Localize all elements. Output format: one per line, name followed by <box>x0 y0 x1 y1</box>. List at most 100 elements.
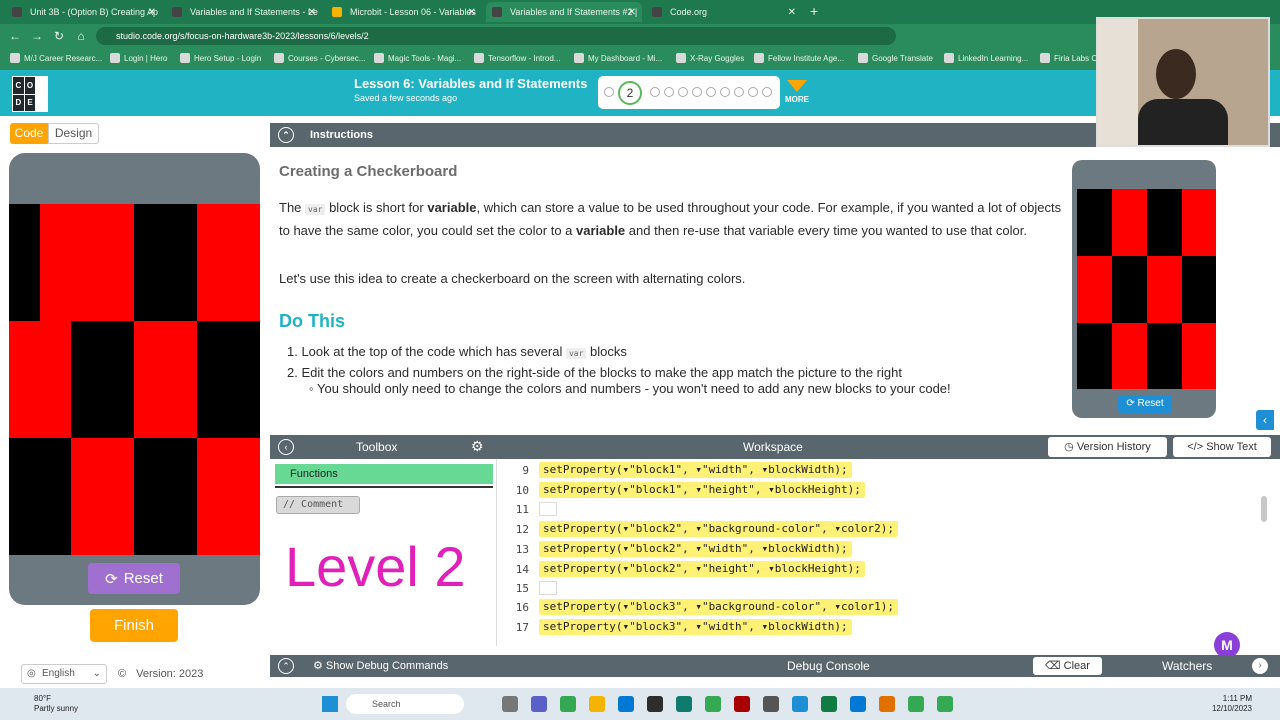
gear-icon[interactable]: ⚙ <box>471 438 484 455</box>
chrome-icon[interactable] <box>705 696 721 712</box>
app-icon[interactable] <box>879 696 895 712</box>
bookmark[interactable]: X-Ray Goggles <box>676 53 744 63</box>
reset-button[interactable]: ⟳ Reset <box>88 563 180 594</box>
target-reset-button[interactable]: ⟳ Reset <box>1118 395 1172 413</box>
bookmark[interactable]: Magic Tools - Magi... <box>374 53 461 63</box>
code-block[interactable]: setProperty(▾"block2", ▾"background-colo… <box>539 521 898 537</box>
chevron-left-icon[interactable]: ‹ <box>278 439 294 455</box>
bookmark[interactable]: Courses - Cybersec... <box>274 53 365 63</box>
new-tab-icon[interactable]: + <box>810 3 818 19</box>
step-2-sub: ◦ You should only need to change the col… <box>309 378 1099 399</box>
show-text-label: Show Text <box>1206 441 1257 453</box>
bookmark[interactable]: LinkedIn Learning... <box>944 53 1028 63</box>
finish-button[interactable]: Finish <box>90 609 178 642</box>
level-dot[interactable] <box>650 87 660 97</box>
code-block[interactable]: setProperty(▾"block3", ▾"width", ▾blockW… <box>539 619 852 635</box>
bookmark-label: Firia Labs Co <box>1054 53 1102 63</box>
show-text-button[interactable]: </> Show Text <box>1173 437 1271 457</box>
reload-icon[interactable]: ↻ <box>48 29 70 43</box>
checker-cell <box>71 438 134 555</box>
code-org-logo[interactable]: C O D E <box>12 76 48 112</box>
comment-block[interactable]: // Comment <box>276 496 360 514</box>
app-icon[interactable] <box>850 696 866 712</box>
logo-letter: O <box>24 77 36 94</box>
excel-icon[interactable] <box>821 696 837 712</box>
code-mode-tab[interactable]: Code <box>10 123 48 144</box>
taskview-icon[interactable] <box>502 696 518 712</box>
app-icon[interactable] <box>792 696 808 712</box>
more-button[interactable]: MORE <box>784 80 810 104</box>
level-dot[interactable] <box>706 87 716 97</box>
code-block[interactable]: setProperty(▾"block2", ▾"width", ▾blockW… <box>539 541 852 557</box>
browser-tab[interactable]: Unit 3B - (Option B) Creating Ap ✕ <box>6 2 162 22</box>
level-dot[interactable] <box>604 87 614 97</box>
scrollbar-thumb[interactable] <box>1261 496 1267 522</box>
bookmark[interactable]: Login | Hero <box>110 53 167 63</box>
code-block[interactable]: setProperty(▾"block1", ▾"height", ▾block… <box>539 482 865 498</box>
language-select[interactable]: ◎ English ⌄ <box>21 664 107 684</box>
lesson-title[interactable]: Lesson 6: Variables and If Statements <box>354 76 587 91</box>
folder-icon[interactable] <box>589 696 605 712</box>
bookmark[interactable]: Hero Setup - Login <box>180 53 261 63</box>
level-dot[interactable] <box>720 87 730 97</box>
browser-tab-active[interactable]: Variables and If Statements #2 | ✕ <box>486 2 642 22</box>
level-dot[interactable] <box>678 87 688 97</box>
code-block[interactable]: setProperty(▾"block3", ▾"background-colo… <box>539 599 898 615</box>
close-icon[interactable]: ✕ <box>308 7 316 18</box>
collapse-icon[interactable]: ⌃ <box>278 658 294 674</box>
app-icon[interactable] <box>647 696 663 712</box>
url-field[interactable]: studio.code.org/s/focus-on-hardware3b-20… <box>96 27 896 45</box>
level-dot[interactable] <box>762 87 772 97</box>
functions-category[interactable]: Functions <box>275 464 493 484</box>
logo-letter <box>36 77 47 94</box>
browser-tab[interactable]: Microbit - Lesson 06 - Variables ✕ <box>326 2 482 22</box>
level-dot[interactable] <box>664 87 674 97</box>
edge-icon[interactable] <box>618 696 634 712</box>
design-mode-tab[interactable]: Design <box>48 123 99 144</box>
weather-widget[interactable]: 80°F Partly sunny <box>12 694 78 714</box>
chrome-icon[interactable] <box>937 696 953 712</box>
empty-line-slot[interactable] <box>539 581 557 595</box>
close-icon[interactable]: ✕ <box>148 7 156 18</box>
tab-favicon-icon <box>492 7 502 17</box>
level-dot[interactable] <box>748 87 758 97</box>
edge-icon[interactable] <box>676 696 692 712</box>
back-icon[interactable]: ← <box>4 29 26 43</box>
bookmark[interactable]: Google Translate <box>858 53 933 63</box>
code-block[interactable]: setProperty(▾"block1", ▾"width", ▾blockW… <box>539 462 852 478</box>
chevron-right-icon[interactable]: › <box>1252 658 1268 674</box>
chevron-left-icon[interactable]: ‹ <box>1256 410 1274 430</box>
browser-tab[interactable]: Variables and If Statements - Le ✕ <box>166 2 322 22</box>
app-icon[interactable] <box>734 696 750 712</box>
code-block[interactable]: setProperty(▾"block2", ▾"height", ▾block… <box>539 561 865 577</box>
taskbar-search[interactable]: Search <box>346 694 464 714</box>
app-screen[interactable] <box>9 204 260 555</box>
version-history-button[interactable]: ◷ Version History <box>1048 437 1167 457</box>
teams-icon[interactable] <box>531 696 547 712</box>
empty-line-slot[interactable] <box>539 502 557 516</box>
level-dot[interactable] <box>692 87 702 97</box>
home-icon[interactable]: ⌂ <box>70 29 92 43</box>
level-dot[interactable] <box>734 87 744 97</box>
forward-icon[interactable]: → <box>26 29 48 43</box>
current-level-bubble[interactable]: 2 <box>618 81 642 105</box>
show-debug-commands[interactable]: ⚙ Show Debug Commands <box>313 655 448 677</box>
bookmark[interactable]: Tensorflow - Introd... <box>474 53 560 63</box>
close-icon[interactable]: ✕ <box>628 7 636 18</box>
bookmark[interactable]: My Dashboard - Mi... <box>574 53 662 63</box>
clear-button[interactable]: ⌫ Clear <box>1033 657 1102 675</box>
close-icon[interactable]: ✕ <box>788 7 796 18</box>
bookmark[interactable]: M/J Career Researc... <box>10 53 102 63</box>
browser-tab[interactable]: Code.org ✕ <box>646 2 802 22</box>
bookmark[interactable]: Fellow Institute Age... <box>754 53 844 63</box>
bookmark[interactable]: Firia Labs Co <box>1040 53 1102 63</box>
system-clock[interactable]: 1:11 PM 12/10/2023 <box>1208 694 1252 714</box>
chrome-icon[interactable] <box>560 696 576 712</box>
chrome-icon[interactable] <box>908 696 924 712</box>
windows-start-icon[interactable] <box>322 696 338 712</box>
collapse-icon[interactable]: ⌃ <box>278 127 294 143</box>
instructions-heading: Creating a Checkerboard <box>279 163 458 180</box>
app-icon[interactable] <box>763 696 779 712</box>
close-icon[interactable]: ✕ <box>468 7 476 18</box>
text-run: You should only need to change the color… <box>317 381 951 396</box>
